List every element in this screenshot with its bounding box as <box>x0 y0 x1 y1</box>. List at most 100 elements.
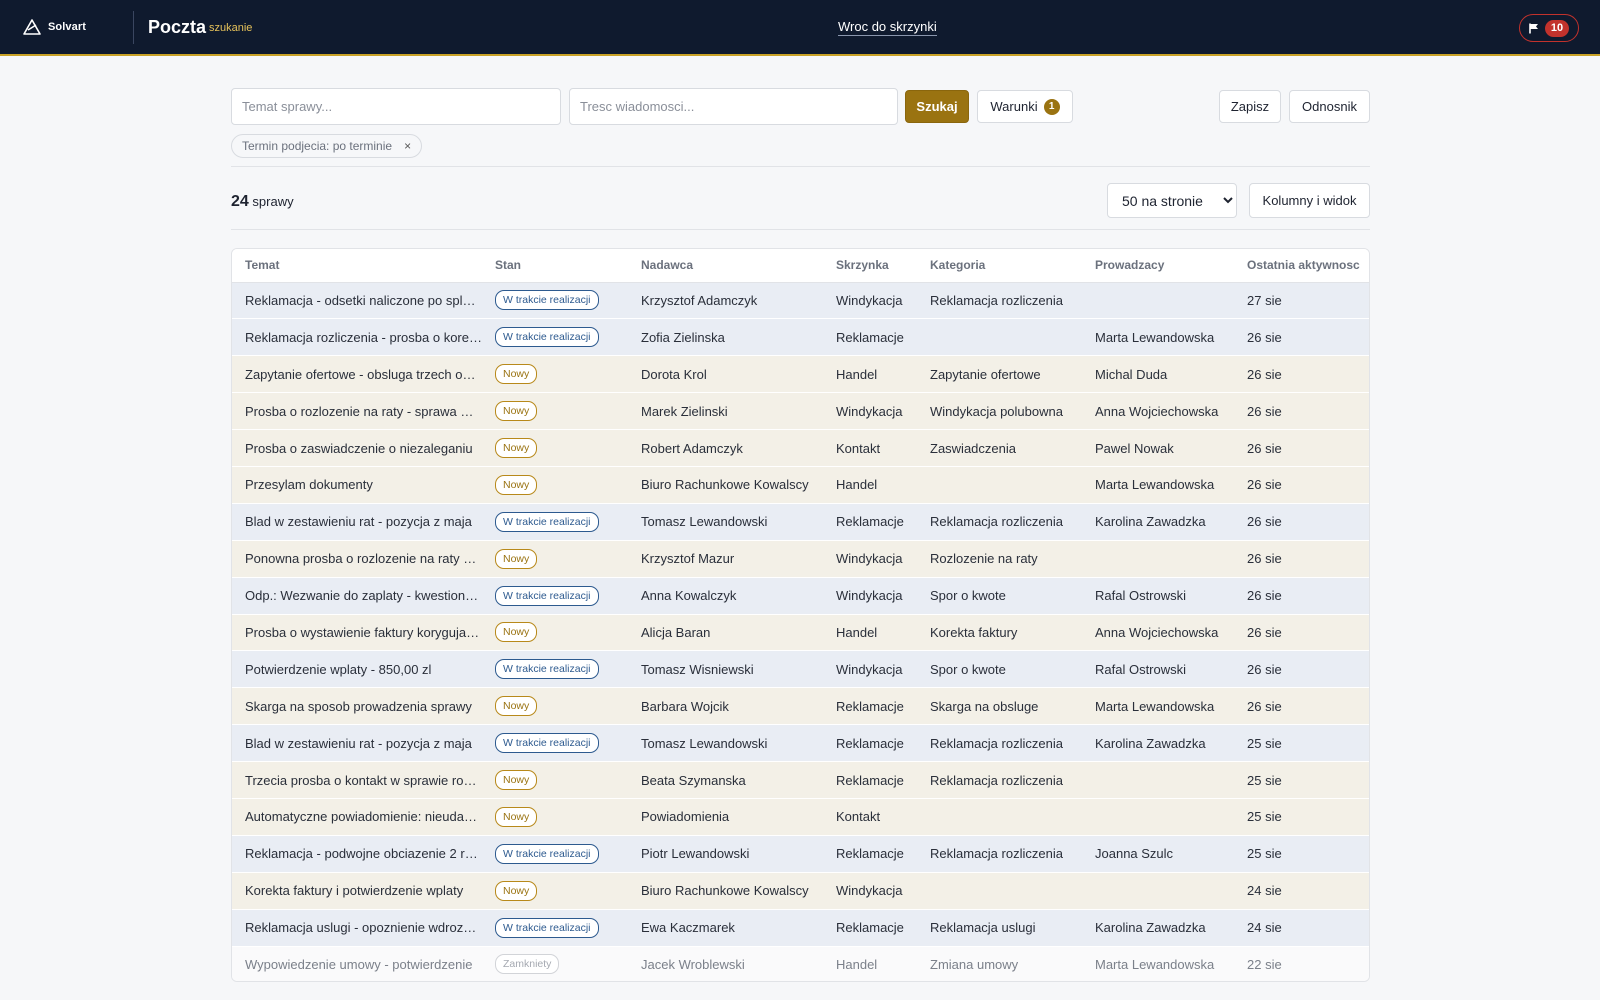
cell-mailbox: Reklamacje <box>823 724 917 763</box>
status-badge: W trakcie realizacji <box>495 733 599 754</box>
table-row[interactable]: Korekta faktury i potwierdzenie wplaty No… <box>232 872 1369 910</box>
table-row[interactable]: Blad w zestawieniu rat - pozycja z maja W… <box>232 503 1369 541</box>
cell-mailbox: Windykacja <box>823 282 917 320</box>
cell-last-activity: 27 sie <box>1234 282 1369 320</box>
cell-status: Nowy <box>482 761 628 799</box>
search-button[interactable]: Szukaj <box>905 90 969 123</box>
cell-status: W trakcie realizacji <box>482 835 628 873</box>
column-header-sender[interactable]: Nadawca <box>628 249 823 283</box>
columns-view-button[interactable]: Kolumny i widok <box>1249 183 1370 218</box>
table-row[interactable]: Reklamacja rozliczenia - prosba o korekt… <box>232 318 1369 357</box>
status-badge: Nowy <box>495 474 538 495</box>
cell-subject: Reklamacja - podwojne obciazenie 2 razy <box>232 835 482 873</box>
cell-mailbox: Reklamacje <box>823 835 917 873</box>
table-row[interactable]: Ponowna prosba o rozlozenie na raty zadl… <box>232 540 1369 578</box>
cell-owner: Pawel Nowak <box>1082 429 1234 467</box>
cell-category: Reklamacja rozliczenia <box>917 724 1082 763</box>
status-badge: W trakcie realizacji <box>495 511 599 532</box>
subject-search-input[interactable] <box>231 88 561 125</box>
logo[interactable]: Solvart <box>22 18 86 36</box>
cell-owner <box>1082 282 1234 320</box>
divider <box>231 229 1370 230</box>
filter-chip[interactable]: Termin podjecia: po terminie × <box>231 134 423 158</box>
cell-sender: Tomasz Lewandowski <box>628 503 823 541</box>
back-to-inbox-link[interactable]: Wroc do skrzynki <box>838 19 937 36</box>
cell-owner <box>1082 872 1234 910</box>
cell-category <box>917 798 1082 836</box>
cell-mailbox: Handel <box>823 466 917 504</box>
cell-sender: Dorota Krol <box>628 355 823 394</box>
table-row[interactable]: Przesylam dokumenty Nowy Biuro Rachunkowe … <box>232 466 1369 504</box>
cell-mailbox: Reklamacje <box>823 318 917 357</box>
table-row[interactable]: Prosba o zaswiadczenie o niezaleganiu Now… <box>232 429 1369 467</box>
column-header-subject[interactable]: Temat <box>232 249 482 283</box>
flagged-button[interactable]: 10 <box>1519 14 1579 42</box>
close-icon[interactable]: × <box>404 139 411 153</box>
table-row[interactable]: Odp.: Wezwanie do zaplaty - kwestionuje … <box>232 577 1369 615</box>
cell-category: Reklamacja uslugi <box>917 909 1082 947</box>
table-row[interactable]: Reklamacja - odsetki naliczone po splaci… <box>232 282 1369 320</box>
filter-chip-label: Termin podjecia: po terminie <box>242 139 393 153</box>
conditions-count-badge: 1 <box>1043 98 1060 115</box>
column-header-mailbox[interactable]: Skrzynka <box>823 249 917 283</box>
table-row[interactable]: Potwierdzenie wplaty - 850,00 zl W trakci… <box>232 650 1369 689</box>
status-badge: Zamkniety <box>495 954 560 975</box>
column-header-last-activity[interactable]: Ostatnia aktywnosc <box>1234 249 1369 283</box>
cell-owner: Marta Lewandowska <box>1082 466 1234 504</box>
column-header-owner[interactable]: Prowadzacy <box>1082 249 1234 283</box>
cell-sender: Krzysztof Mazur <box>628 540 823 578</box>
cell-last-activity: 26 sie <box>1234 392 1369 431</box>
table-row[interactable]: Prosba o rozlozenie na raty - sprawa win… <box>232 392 1369 431</box>
cell-category <box>917 318 1082 357</box>
table-row[interactable]: Trzecia prosba o kontakt w sprawie rozli… <box>232 761 1369 799</box>
cell-owner: Karolina Zawadzka <box>1082 724 1234 763</box>
status-badge: Nowy <box>495 364 538 385</box>
status-badge: W trakcie realizacji <box>495 917 599 938</box>
cell-status: Nowy <box>482 687 628 726</box>
status-badge: W trakcie realizacji <box>495 659 599 680</box>
cell-mailbox: Reklamacje <box>823 909 917 947</box>
table-row[interactable]: Blad w zestawieniu rat - pozycja z maja W… <box>232 724 1369 763</box>
cell-last-activity: 26 sie <box>1234 503 1369 541</box>
column-header-category[interactable]: Kategoria <box>917 249 1082 283</box>
cell-mailbox: Windykacja <box>823 650 917 689</box>
cell-category <box>917 872 1082 910</box>
column-header-status[interactable]: Stan <box>482 249 628 283</box>
cell-category: Reklamacja rozliczenia <box>917 282 1082 320</box>
status-badge: W trakcie realizacji <box>495 290 599 311</box>
table-row[interactable]: Skarga na sposob prowadzenia sprawy Nowy B… <box>232 687 1369 726</box>
cell-mailbox: Handel <box>823 355 917 394</box>
cell-status: Nowy <box>482 466 628 504</box>
cell-category: Rozlozenie na raty <box>917 540 1082 578</box>
cell-owner: Anna Wojciechowska <box>1082 614 1234 652</box>
cell-sender: Jacek Wroblewski <box>628 946 823 981</box>
table-row[interactable]: Zapytanie ofertowe - obsluga trzech oddz… <box>232 355 1369 394</box>
cell-last-activity: 26 sie <box>1234 687 1369 726</box>
cell-subject: Reklamacja - odsetki naliczone po splaci… <box>232 282 482 320</box>
divider <box>231 166 1370 167</box>
table-row[interactable]: Wypowiedzenie umowy - potwierdzenie Zamkn… <box>232 946 1369 981</box>
cell-subject: Prosba o zaswiadczenie o niezaleganiu <box>232 429 482 467</box>
save-button[interactable]: Zapisz <box>1219 90 1281 123</box>
table-row[interactable]: Reklamacja uslugi - opoznienie wdrozenia… <box>232 909 1369 947</box>
cell-last-activity: 24 sie <box>1234 872 1369 910</box>
per-page-select[interactable]: 50 na stronie <box>1107 183 1237 218</box>
table-row[interactable]: Reklamacja - podwojne obciazenie 2 razy W… <box>232 835 1369 873</box>
conditions-button[interactable]: Warunki 1 <box>977 90 1073 123</box>
cell-mailbox: Windykacja <box>823 872 917 910</box>
cell-status: Nowy <box>482 872 628 910</box>
cell-last-activity: 25 sie <box>1234 835 1369 873</box>
link-button[interactable]: Odnosnik <box>1289 90 1370 123</box>
cell-sender: Anna Kowalczyk <box>628 577 823 615</box>
cell-sender: Marek Zielinski <box>628 392 823 431</box>
table-row[interactable]: Prosba o wystawienie faktury korygujacej… <box>232 614 1369 652</box>
cell-last-activity: 25 sie <box>1234 798 1369 836</box>
cell-subject: Trzecia prosba o kontakt w sprawie rozli… <box>232 761 482 799</box>
cell-mailbox: Kontakt <box>823 429 917 467</box>
cell-subject: Odp.: Wezwanie do zaplaty - kwestionuje … <box>232 577 482 615</box>
body-search-input[interactable] <box>569 88 898 125</box>
status-badge: W trakcie realizacji <box>495 585 599 606</box>
cell-last-activity: 25 sie <box>1234 761 1369 799</box>
table-row[interactable]: Automatyczne powiadomienie: nieudane dor… <box>232 798 1369 836</box>
cell-subject: Przesylam dokumenty <box>232 466 482 504</box>
